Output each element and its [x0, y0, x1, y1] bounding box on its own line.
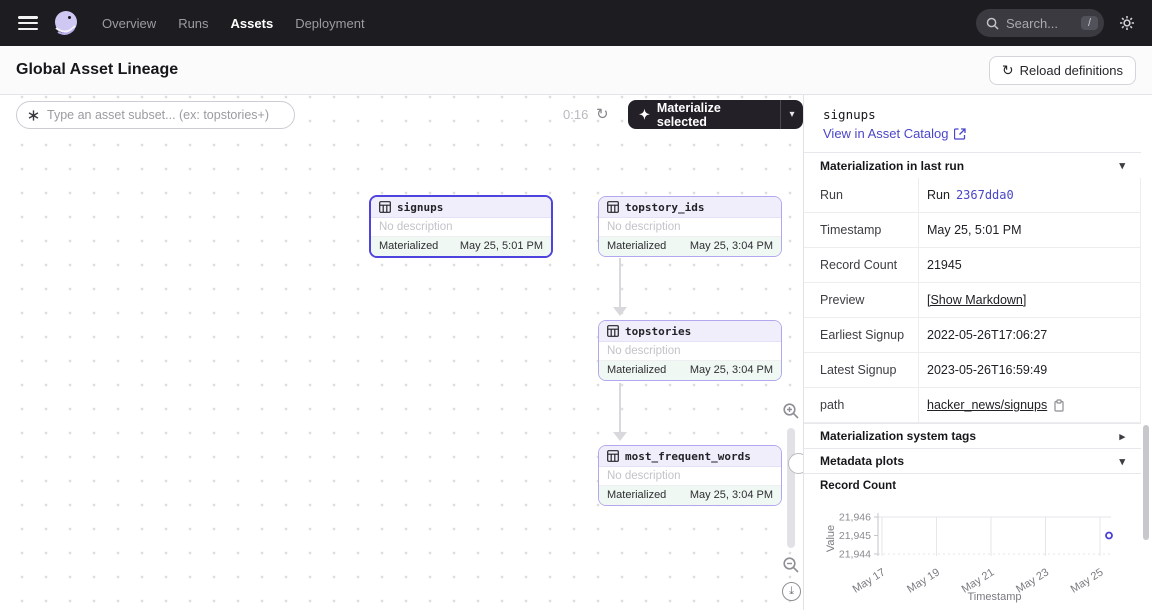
node-status: Materialized	[607, 489, 666, 502]
svg-text:May 17: May 17	[851, 566, 888, 595]
asset-graph-canvas[interactable]: Type an asset subset... (ex: topstories+…	[0, 95, 803, 610]
asset-node-topstories[interactable]: topstories No description Materialized M…	[598, 320, 782, 381]
chevron-down-icon: ▾	[1119, 455, 1125, 468]
nav-links: Overview Runs Assets Deployment	[102, 16, 365, 31]
table-icon	[607, 201, 619, 213]
path-link[interactable]: hacker_news/signups	[927, 398, 1047, 412]
run-id-link[interactable]: 2367dda0	[956, 188, 1014, 202]
search-placeholder: Search...	[1006, 16, 1081, 31]
metadata-table: Run Run 2367dda0 Timestamp May 25, 5:01 …	[804, 178, 1141, 423]
search-input[interactable]: Search... /	[976, 9, 1104, 37]
asset-input-placeholder: Type an asset subset... (ex: topstories+…	[47, 108, 269, 122]
top-nav: Overview Runs Assets Deployment Search..…	[0, 0, 1152, 46]
external-link-icon	[954, 128, 966, 140]
edge-topstories-to-most-frequent-words	[613, 383, 627, 441]
chevron-right-icon: ▸	[1119, 430, 1125, 443]
node-status: Materialized	[607, 364, 666, 377]
asset-node-topstory-ids[interactable]: topstory_ids No description Materialized…	[598, 196, 782, 257]
table-row: Earliest Signup 2022-05-26T17:06:27	[804, 318, 1141, 353]
asset-node-most-frequent-words[interactable]: most_frequent_words No description Mater…	[598, 445, 782, 506]
plot-title: Record Count	[820, 480, 896, 492]
zoom-out-icon[interactable]	[782, 556, 800, 574]
table-row: Run Run 2367dda0	[804, 178, 1141, 213]
refresh-graph-icon[interactable]: ↻	[596, 101, 609, 129]
table-row: Record Count 21945	[804, 248, 1141, 283]
chevron-down-icon: ▾	[1119, 159, 1125, 172]
nav-assets[interactable]: Assets	[231, 16, 274, 31]
svg-text:21,946: 21,946	[839, 512, 871, 524]
section-materialization-last-run[interactable]: Materialization in last run ▾	[804, 152, 1141, 178]
refresh-icon: ↻	[1002, 63, 1014, 77]
main-content: Type an asset subset... (ex: topstories+…	[0, 95, 1152, 610]
svg-text:Value: Value	[825, 525, 837, 552]
asset-details-panel: signups View in Asset Catalog Materializ…	[803, 95, 1152, 610]
edge-topstory-ids-to-topstories	[613, 258, 627, 316]
section-materialization-system-tags[interactable]: Materialization system tags ▸	[804, 423, 1141, 448]
search-shortcut-badge: /	[1081, 16, 1098, 30]
svg-text:21,945: 21,945	[839, 530, 871, 542]
view-in-asset-catalog-link[interactable]: View in Asset Catalog	[823, 126, 966, 141]
asset-node-signups[interactable]: signups No description Materialized May …	[369, 195, 553, 258]
table-icon	[607, 325, 619, 337]
page-header: Global Asset Lineage ↻ Reload definition…	[0, 46, 1152, 95]
node-timestamp: May 25, 3:04 PM	[690, 489, 773, 502]
node-timestamp: May 25, 3:04 PM	[690, 364, 773, 377]
panel-scrollbar[interactable]	[1143, 425, 1149, 540]
table-icon	[607, 450, 619, 462]
materialize-dropdown-caret[interactable]: ▾	[781, 100, 803, 129]
table-row: path hacker_news/signups	[804, 388, 1141, 423]
page-title: Global Asset Lineage	[16, 61, 178, 79]
reload-definitions-button[interactable]: ↻ Reload definitions	[989, 56, 1136, 85]
record-count-chart: May 17May 19May 21May 23May 2521,94421,9…	[804, 493, 1144, 608]
search-icon	[986, 17, 999, 30]
nav-runs[interactable]: Runs	[178, 16, 208, 31]
refresh-timer: 0:16	[563, 101, 588, 129]
asset-subset-input[interactable]: Type an asset subset... (ex: topstories+…	[16, 101, 295, 129]
show-markdown-link[interactable]: [Show Markdown]	[927, 293, 1026, 307]
zoom-slider-track[interactable]	[787, 428, 795, 548]
section-metadata-plots[interactable]: Metadata plots ▾	[804, 448, 1141, 473]
copy-clipboard-icon[interactable]	[1053, 399, 1065, 412]
table-row: Latest Signup 2023-05-26T16:59:49	[804, 353, 1141, 388]
zoom-in-icon[interactable]	[782, 402, 800, 420]
zoom-slider-handle[interactable]	[788, 453, 803, 474]
svg-text:May 19: May 19	[905, 566, 942, 595]
fit-arrow-icon: ⤓	[789, 585, 794, 598]
nav-overview[interactable]: Overview	[102, 16, 156, 31]
nav-deployment[interactable]: Deployment	[295, 16, 364, 31]
node-timestamp: May 25, 5:01 PM	[460, 240, 543, 253]
panel-asset-name: signups	[823, 107, 876, 122]
node-description: No description	[599, 218, 781, 237]
node-description: No description	[599, 467, 781, 486]
node-description: No description	[371, 218, 551, 237]
node-status: Materialized	[607, 240, 666, 253]
sparkle-icon: ✦	[639, 108, 650, 121]
recenter-graph-button[interactable]: ⤓	[782, 582, 801, 601]
table-row: Timestamp May 25, 5:01 PM	[804, 213, 1141, 248]
node-description: No description	[599, 342, 781, 361]
svg-text:Timestamp: Timestamp	[968, 591, 1022, 603]
op-selector-icon	[27, 109, 40, 122]
data-point	[1106, 533, 1112, 539]
table-row: Preview [Show Markdown]	[804, 283, 1141, 318]
node-status: Materialized	[379, 240, 438, 253]
svg-text:21,944: 21,944	[839, 549, 871, 561]
settings-gear-icon[interactable]	[1118, 14, 1136, 32]
menu-icon[interactable]	[18, 16, 38, 30]
table-icon	[379, 201, 391, 213]
materialize-selected-button[interactable]: ✦ Materialize selected ▾	[628, 100, 803, 129]
dagster-logo-icon[interactable]	[52, 9, 80, 37]
node-timestamp: May 25, 3:04 PM	[690, 240, 773, 253]
svg-text:May 25: May 25	[1069, 566, 1106, 595]
